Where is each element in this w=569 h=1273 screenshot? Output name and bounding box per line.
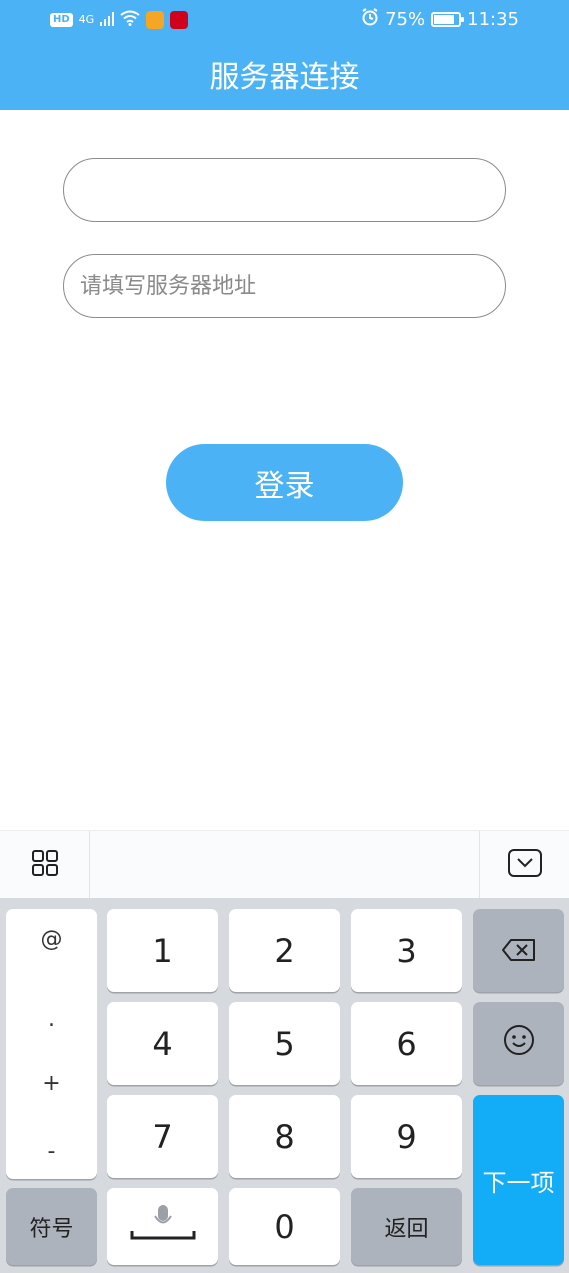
news-app-icon <box>170 11 189 29</box>
key-0[interactable]: 0 <box>229 1188 340 1265</box>
app-header: HD 4G 75% 11:35 服务器连接 <box>0 0 569 110</box>
next-field-key[interactable]: 下一项 <box>473 1095 564 1265</box>
symbol-column[interactable]: @ . + - <box>6 909 97 1179</box>
chevron-down-icon <box>507 849 542 881</box>
voice-space-key[interactable] <box>107 1188 218 1265</box>
microphone-icon <box>130 1203 196 1251</box>
status-bar: HD 4G 75% 11:35 <box>0 0 569 44</box>
page-title: 服务器连接 <box>209 60 360 95</box>
backspace-key[interactable] <box>473 909 564 992</box>
login-button[interactable]: 登录 <box>166 444 403 521</box>
key-8[interactable]: 8 <box>229 1095 340 1178</box>
numeric-keyboard: @ . + - 1 2 3 4 5 6 7 8 9 下一项 符号 0 返回 <box>0 898 569 1273</box>
symbols-key[interactable]: 符号 <box>6 1188 97 1265</box>
battery-percent: 75% <box>385 9 426 30</box>
server-address-input[interactable] <box>64 255 505 317</box>
key-at[interactable]: @ <box>6 927 97 952</box>
server-address-field[interactable] <box>63 254 506 318</box>
alarm-icon <box>361 8 379 31</box>
server-name-input[interactable] <box>64 159 505 221</box>
key-plus[interactable]: + <box>6 1071 97 1096</box>
hide-keyboard-button[interactable] <box>479 831 569 899</box>
signal-icon <box>100 11 115 30</box>
battery-icon <box>431 12 465 27</box>
clock: 11:35 <box>467 9 519 30</box>
smiley-icon <box>503 1024 535 1064</box>
key-7[interactable]: 7 <box>107 1095 218 1178</box>
weibo-app-icon <box>146 11 165 29</box>
wifi-icon <box>120 10 140 30</box>
grid-icon <box>31 849 59 881</box>
status-right: 75% 11:35 <box>361 8 519 31</box>
key-3[interactable]: 3 <box>351 909 462 992</box>
server-name-field[interactable] <box>63 158 506 222</box>
key-2[interactable]: 2 <box>229 909 340 992</box>
key-4[interactable]: 4 <box>107 1002 218 1085</box>
hd-badge: HD <box>50 13 73 27</box>
key-6[interactable]: 6 <box>351 1002 462 1085</box>
key-minus[interactable]: - <box>6 1139 97 1164</box>
key-5[interactable]: 5 <box>229 1002 340 1085</box>
backspace-icon <box>501 932 537 970</box>
network-type: 4G <box>78 13 95 26</box>
emoji-key[interactable] <box>473 1002 564 1085</box>
return-key[interactable]: 返回 <box>351 1188 462 1265</box>
status-left: HD 4G <box>50 10 189 30</box>
key-9[interactable]: 9 <box>351 1095 462 1178</box>
key-1[interactable]: 1 <box>107 909 218 992</box>
key-dot[interactable]: . <box>6 1007 97 1032</box>
keyboard-toolbar <box>0 830 569 899</box>
keyboard-menu-button[interactable] <box>0 831 90 899</box>
